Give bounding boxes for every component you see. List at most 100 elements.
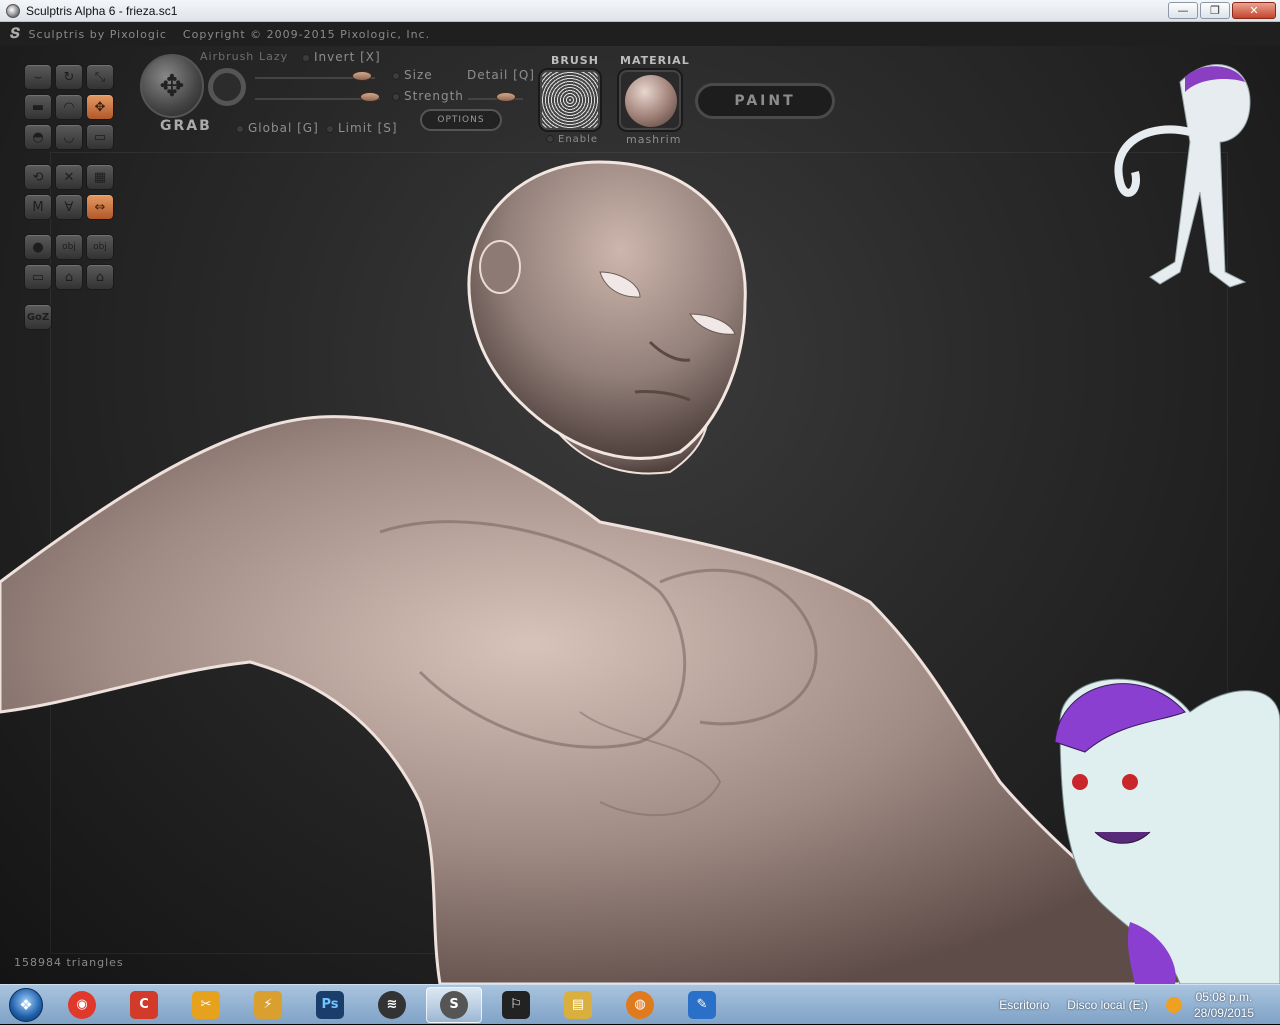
winamp-icon: ⚡ — [254, 990, 282, 1019]
grid-tool-icon[interactable]: ▦ — [86, 164, 114, 190]
toolbar-escritorio[interactable]: Escritorio — [999, 998, 1049, 1012]
windows-logo-icon: ❖ — [9, 987, 43, 1022]
photoshop-icon: Ps — [316, 990, 344, 1019]
windows-taskbar: ❖ ◉ C ✂ ⚡ Ps ≋ S ⚐ ▤ ◍ ✎ Escritorio Disc… — [0, 984, 1280, 1024]
strength-control[interactable]: Strength — [392, 89, 464, 103]
material-section-title: MATERIAL — [620, 54, 690, 67]
size-control[interactable]: Size — [392, 68, 433, 82]
detail-slider-handle[interactable] — [496, 92, 516, 102]
taskbar-winamp[interactable]: ⚡ — [240, 987, 296, 1023]
global-toggle[interactable]: Global [G] — [236, 121, 319, 135]
sphere-tool-icon[interactable]: ● — [24, 234, 52, 260]
window-title-bar: Sculptris Alpha 6 - frieza.sc1 — ❐ ✕ — [0, 0, 1280, 22]
tools-icon: ✂ — [192, 990, 220, 1019]
clock-date: 28/09/2015 — [1193, 1006, 1254, 1020]
viewport-3d[interactable] — [0, 22, 1280, 984]
lazy-label[interactable]: Lazy — [259, 50, 288, 63]
options-button[interactable]: OPTIONS — [420, 109, 502, 131]
explorer-icon: ▤ — [564, 990, 592, 1019]
paint-button[interactable]: PAINT — [695, 83, 835, 119]
taskbar-blender[interactable]: ◍ — [612, 987, 668, 1023]
invert-toggle[interactable]: Invert [X] — [302, 50, 381, 64]
taskbar-paint-app[interactable]: ✎ — [674, 987, 730, 1023]
inflate-tool-icon[interactable]: ◠ — [55, 94, 83, 120]
smooth-tool-icon[interactable]: ▭ — [86, 124, 114, 150]
taskbar-explorer[interactable]: ▤ — [550, 987, 606, 1023]
clock-time: 05:08 p.m. — [1195, 990, 1253, 1004]
sculpt-model — [0, 160, 1182, 984]
mask-tool-icon[interactable]: M — [24, 194, 52, 220]
sculptris-app-icon — [6, 3, 20, 18]
toolbar-disco-local[interactable]: Disco local (E:) — [1067, 998, 1148, 1012]
draw-tool-icon[interactable]: ⌣ — [24, 64, 52, 90]
scale-tool-icon[interactable]: ⤡ — [86, 64, 114, 90]
pinch-tool-icon[interactable]: ◓ — [24, 124, 52, 150]
sculptris-icon: S — [440, 990, 468, 1019]
blender-icon: ◍ — [626, 990, 654, 1019]
brush-enable-toggle[interactable]: Enable — [546, 134, 598, 145]
system-tray: Escritorio Disco local (E:) 05:08 p.m. 2… — [999, 985, 1280, 1025]
taskbar-sculptris[interactable]: S — [426, 986, 482, 1023]
invert-label: Invert [X] — [314, 50, 381, 64]
material-thumbnail[interactable] — [619, 70, 681, 130]
goz-icon[interactable]: GoZ — [24, 304, 52, 330]
mirror-tool-icon[interactable]: ⇔ — [86, 194, 114, 220]
limit-label: Limit [S] — [338, 121, 398, 135]
material-sphere-preview — [625, 75, 677, 127]
taskbar-tools[interactable]: ✂ — [178, 987, 234, 1023]
active-tool-name: GRAB — [160, 118, 212, 134]
wireframe-tool-icon[interactable]: ✕ — [55, 164, 83, 190]
reference-image-full-body — [1114, 64, 1251, 288]
open-file-icon[interactable]: ⌂ — [55, 264, 83, 290]
rotate-tool-icon[interactable]: ↻ — [55, 64, 83, 90]
material-name: mashrim — [626, 133, 682, 146]
grab-brush-icon: ✥ — [140, 54, 204, 118]
zbrush-icon: ⚐ — [502, 990, 530, 1019]
new-scene-icon[interactable]: ▭ — [24, 264, 52, 290]
taskbar-photoshop[interactable]: Ps — [302, 987, 358, 1023]
export-obj-icon[interactable]: obj — [86, 234, 114, 260]
window-title: Sculptris Alpha 6 - frieza.sc1 — [26, 3, 178, 18]
global-label: Global [G] — [248, 121, 319, 135]
reduce-tool-icon[interactable]: ∀ — [55, 194, 83, 220]
maximize-button[interactable]: ❐ — [1200, 2, 1230, 19]
brush-section-title: BRUSH — [551, 54, 599, 67]
airbrush-label[interactable]: Airbrush — [200, 50, 254, 63]
taskbar-disc-app[interactable]: ≋ — [364, 987, 420, 1023]
enable-checkbox[interactable] — [546, 135, 554, 143]
symmetry-tool-icon[interactable]: ⟲ — [24, 164, 52, 190]
strength-label: Strength — [404, 89, 464, 103]
close-button[interactable]: ✕ — [1232, 2, 1276, 19]
taskbar-zbrush[interactable]: ⚐ — [488, 987, 544, 1023]
grab-tool-icon[interactable]: ✥ — [86, 94, 114, 120]
invert-checkbox[interactable] — [302, 53, 310, 62]
limit-checkbox[interactable] — [326, 124, 334, 133]
import-obj-icon[interactable]: obj — [55, 234, 83, 260]
sculptris-workspace: 𝑺 Sculptris by Pixologic Copyright © 200… — [0, 22, 1280, 984]
minimize-button[interactable]: — — [1168, 2, 1198, 19]
strength-dot — [392, 92, 400, 101]
limit-toggle[interactable]: Limit [S] — [326, 121, 398, 135]
global-checkbox[interactable] — [236, 124, 244, 133]
crease-tool-icon[interactable]: ◡ — [55, 124, 83, 150]
flatten-tool-icon[interactable]: ▬ — [24, 94, 52, 120]
enable-label: Enable — [558, 134, 599, 145]
brush-alpha-thumbnail[interactable] — [540, 70, 600, 130]
save-file-icon[interactable]: ⌂ — [86, 264, 114, 290]
size-dot — [392, 71, 400, 80]
taskbar-ccleaner[interactable]: C — [116, 987, 172, 1023]
triangle-count: 158984 triangles — [14, 956, 124, 969]
size-label: Size — [404, 68, 433, 82]
paint-app-icon: ✎ — [688, 990, 716, 1019]
airbrush-toggle[interactable] — [208, 68, 246, 106]
ccleaner-icon: C — [130, 990, 158, 1019]
strength-slider-handle[interactable] — [360, 92, 380, 102]
taskbar-chrome[interactable]: ◉ — [54, 987, 110, 1023]
tray-app-icon[interactable] — [1165, 997, 1182, 1013]
disc-app-icon: ≋ — [378, 990, 406, 1019]
chrome-icon: ◉ — [68, 990, 96, 1019]
clock[interactable]: 05:08 p.m. 28/09/2015 — [1194, 989, 1254, 1021]
start-button[interactable]: ❖ — [4, 985, 48, 1025]
detail-label[interactable]: Detail [Q] — [467, 68, 535, 82]
size-slider-handle[interactable] — [352, 71, 372, 81]
